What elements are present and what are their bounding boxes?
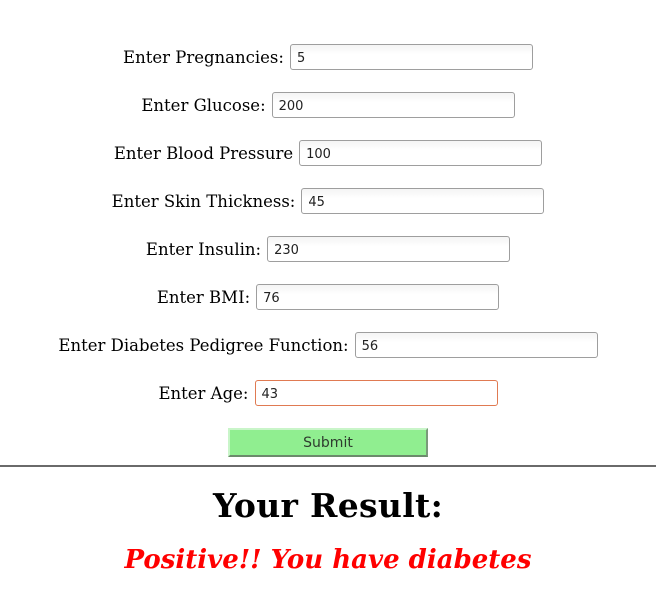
bmi-label: Enter BMI: [156, 287, 251, 307]
blood-pressure-row: Enter Blood Pressure [0, 140, 656, 166]
insulin-input[interactable] [267, 236, 511, 262]
horizontal-divider [0, 465, 656, 467]
skin-thickness-label: Enter Skin Thickness: [111, 191, 296, 211]
submit-button[interactable]: Submit [228, 428, 428, 457]
pregnancies-label: Enter Pregnancies: [123, 47, 284, 67]
bmi-row: Enter BMI: [0, 284, 656, 310]
insulin-label: Enter Insulin: [145, 239, 262, 259]
glucose-input[interactable] [271, 92, 515, 118]
result-heading: Your Result: [212, 486, 444, 525]
blood-pressure-input[interactable] [299, 140, 543, 166]
glucose-label: Enter Glucose: [141, 95, 266, 115]
result-message: Positive!! You have diabetes [124, 545, 532, 575]
age-input[interactable] [254, 380, 498, 406]
submit-wrapper: Submit [0, 428, 656, 457]
blood-pressure-label: Enter Blood Pressure [113, 143, 294, 163]
age-row: Enter Age: [0, 380, 656, 406]
bmi-input[interactable] [256, 284, 500, 310]
pregnancies-input[interactable] [289, 44, 533, 70]
skin-thickness-row: Enter Skin Thickness: [0, 188, 656, 214]
pregnancies-row: Enter Pregnancies: [0, 44, 656, 70]
insulin-row: Enter Insulin: [0, 236, 656, 262]
age-label: Enter Age: [158, 383, 249, 403]
pedigree-function-label: Enter Diabetes Pedigree Function: [58, 335, 349, 355]
pedigree-function-input[interactable] [354, 332, 598, 358]
skin-thickness-input[interactable] [301, 188, 545, 214]
pedigree-function-row: Enter Diabetes Pedigree Function: [0, 332, 656, 358]
glucose-row: Enter Glucose: [0, 92, 656, 118]
